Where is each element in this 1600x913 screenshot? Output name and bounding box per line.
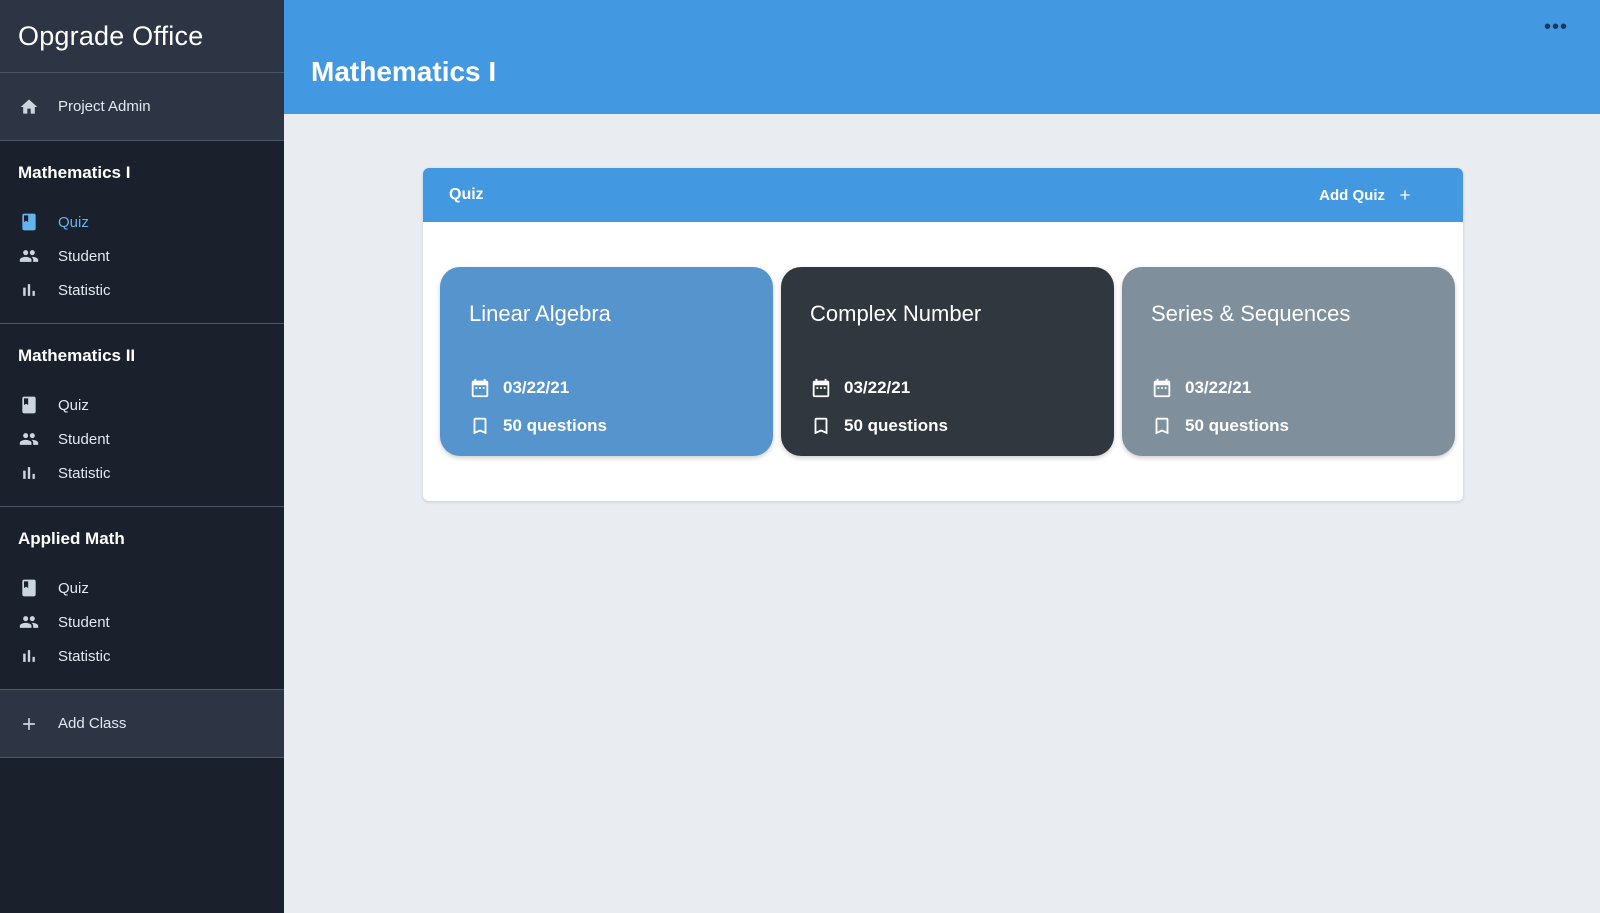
people-icon (18, 245, 40, 267)
home-icon (18, 96, 40, 118)
bar-chart-icon (18, 462, 40, 484)
add-quiz-label: Add Quiz (1319, 186, 1385, 204)
add-class-button[interactable]: Add Class (0, 690, 284, 758)
sidebar-item-label: Student (58, 430, 110, 448)
page-title: Mathematics I (311, 56, 497, 87)
book-icon (18, 211, 40, 233)
more-options-button[interactable]: ••• (1542, 16, 1570, 38)
quiz-card-questions: 50 questions (1185, 416, 1289, 435)
plus-icon (1400, 190, 1410, 200)
sidebar-item-statistic[interactable]: Statistic (0, 273, 284, 307)
quiz-card[interactable]: Linear Algebra 03/22/21 50 questions (440, 267, 773, 456)
sidebar-item-label: Statistic (58, 647, 111, 665)
quiz-card-date: 03/22/21 (1185, 378, 1252, 397)
sidebar-item-label: Student (58, 247, 110, 265)
sidebar-item-label: Statistic (58, 464, 111, 482)
book-icon (18, 394, 40, 416)
quiz-card[interactable]: Complex Number 03/22/21 50 questions (781, 267, 1114, 456)
book-icon (18, 577, 40, 599)
sidebar-item-label: Quiz (58, 213, 89, 231)
brand: Opgrade Office (0, 0, 284, 73)
header: Mathematics I ••• (284, 0, 1600, 114)
class-group-mathematics-ii: Mathematics II Quiz Student Statistic (0, 324, 284, 507)
quiz-card-date-row: 03/22/21 (810, 369, 1085, 407)
brand-title: Opgrade Office (18, 20, 204, 51)
people-icon (18, 611, 40, 633)
quiz-card[interactable]: Series & Sequences 03/22/21 50 questions (1122, 267, 1455, 456)
class-group-applied-math: Applied Math Quiz Student Statistic (0, 507, 284, 690)
sidebar-item-student[interactable]: Student (0, 422, 284, 456)
sidebar-item-label: Statistic (58, 281, 111, 299)
quiz-card-list: Linear Algebra 03/22/21 50 questions Com… (440, 267, 1455, 456)
sidebar-item-label: Project Admin (58, 98, 151, 115)
sidebar-item-statistic[interactable]: Statistic (0, 456, 284, 490)
bookmark-icon (473, 417, 487, 435)
quiz-card-title: Series & Sequences (1151, 301, 1351, 326)
sidebar-item-student[interactable]: Student (0, 605, 284, 639)
quiz-card-questions: 50 questions (844, 416, 948, 435)
panel-header: Quiz Add Quiz (423, 168, 1463, 222)
quiz-card-date: 03/22/21 (503, 378, 570, 397)
quiz-card-date-row: 03/22/21 (1151, 369, 1426, 407)
quiz-card-questions-row: 50 questions (810, 407, 1085, 445)
sidebar-item-quiz[interactable]: Quiz (0, 205, 284, 239)
add-quiz-button[interactable]: Add Quiz (1319, 187, 1413, 204)
sidebar-item-label: Quiz (58, 396, 89, 414)
quiz-card-questions-row: 50 questions (469, 407, 744, 445)
class-title: Applied Math (18, 529, 125, 548)
quiz-card-title: Linear Algebra (469, 301, 611, 326)
add-class-label: Add Class (58, 715, 127, 732)
more-horizontal-icon: ••• (1543, 16, 1568, 38)
sidebar-item-statistic[interactable]: Statistic (0, 639, 284, 673)
calendar-icon (1153, 378, 1171, 398)
sidebar-item-student[interactable]: Student (0, 239, 284, 273)
panel-title: Quiz (449, 186, 484, 203)
bookmark-icon (814, 417, 828, 435)
quiz-card-date: 03/22/21 (844, 378, 911, 397)
sidebar-item-label: Quiz (58, 579, 89, 597)
bar-chart-icon (18, 645, 40, 667)
quiz-card-questions-row: 50 questions (1151, 407, 1426, 445)
people-icon (18, 428, 40, 450)
class-title: Mathematics I (18, 163, 131, 182)
class-title: Mathematics II (18, 346, 136, 365)
plus-icon (18, 713, 40, 735)
quiz-card-date-row: 03/22/21 (469, 369, 744, 407)
sidebar-item-project-admin[interactable]: Project Admin (0, 73, 284, 141)
sidebar-item-quiz[interactable]: Quiz (0, 571, 284, 605)
class-group-mathematics-i: Mathematics I Quiz Student Statistic (0, 141, 284, 324)
calendar-icon (812, 378, 830, 398)
bookmark-icon (1155, 417, 1169, 435)
quiz-card-questions: 50 questions (503, 416, 607, 435)
bar-chart-icon (18, 279, 40, 301)
quiz-card-title: Complex Number (810, 301, 982, 326)
sidebar-item-quiz[interactable]: Quiz (0, 388, 284, 422)
sidebar: Opgrade Office Project Admin Mathematics… (0, 0, 284, 913)
calendar-icon (471, 378, 489, 398)
quiz-panel: Quiz Add Quiz Linear Algebra 03/22/21 50… (423, 168, 1463, 501)
sidebar-item-label: Student (58, 613, 110, 631)
